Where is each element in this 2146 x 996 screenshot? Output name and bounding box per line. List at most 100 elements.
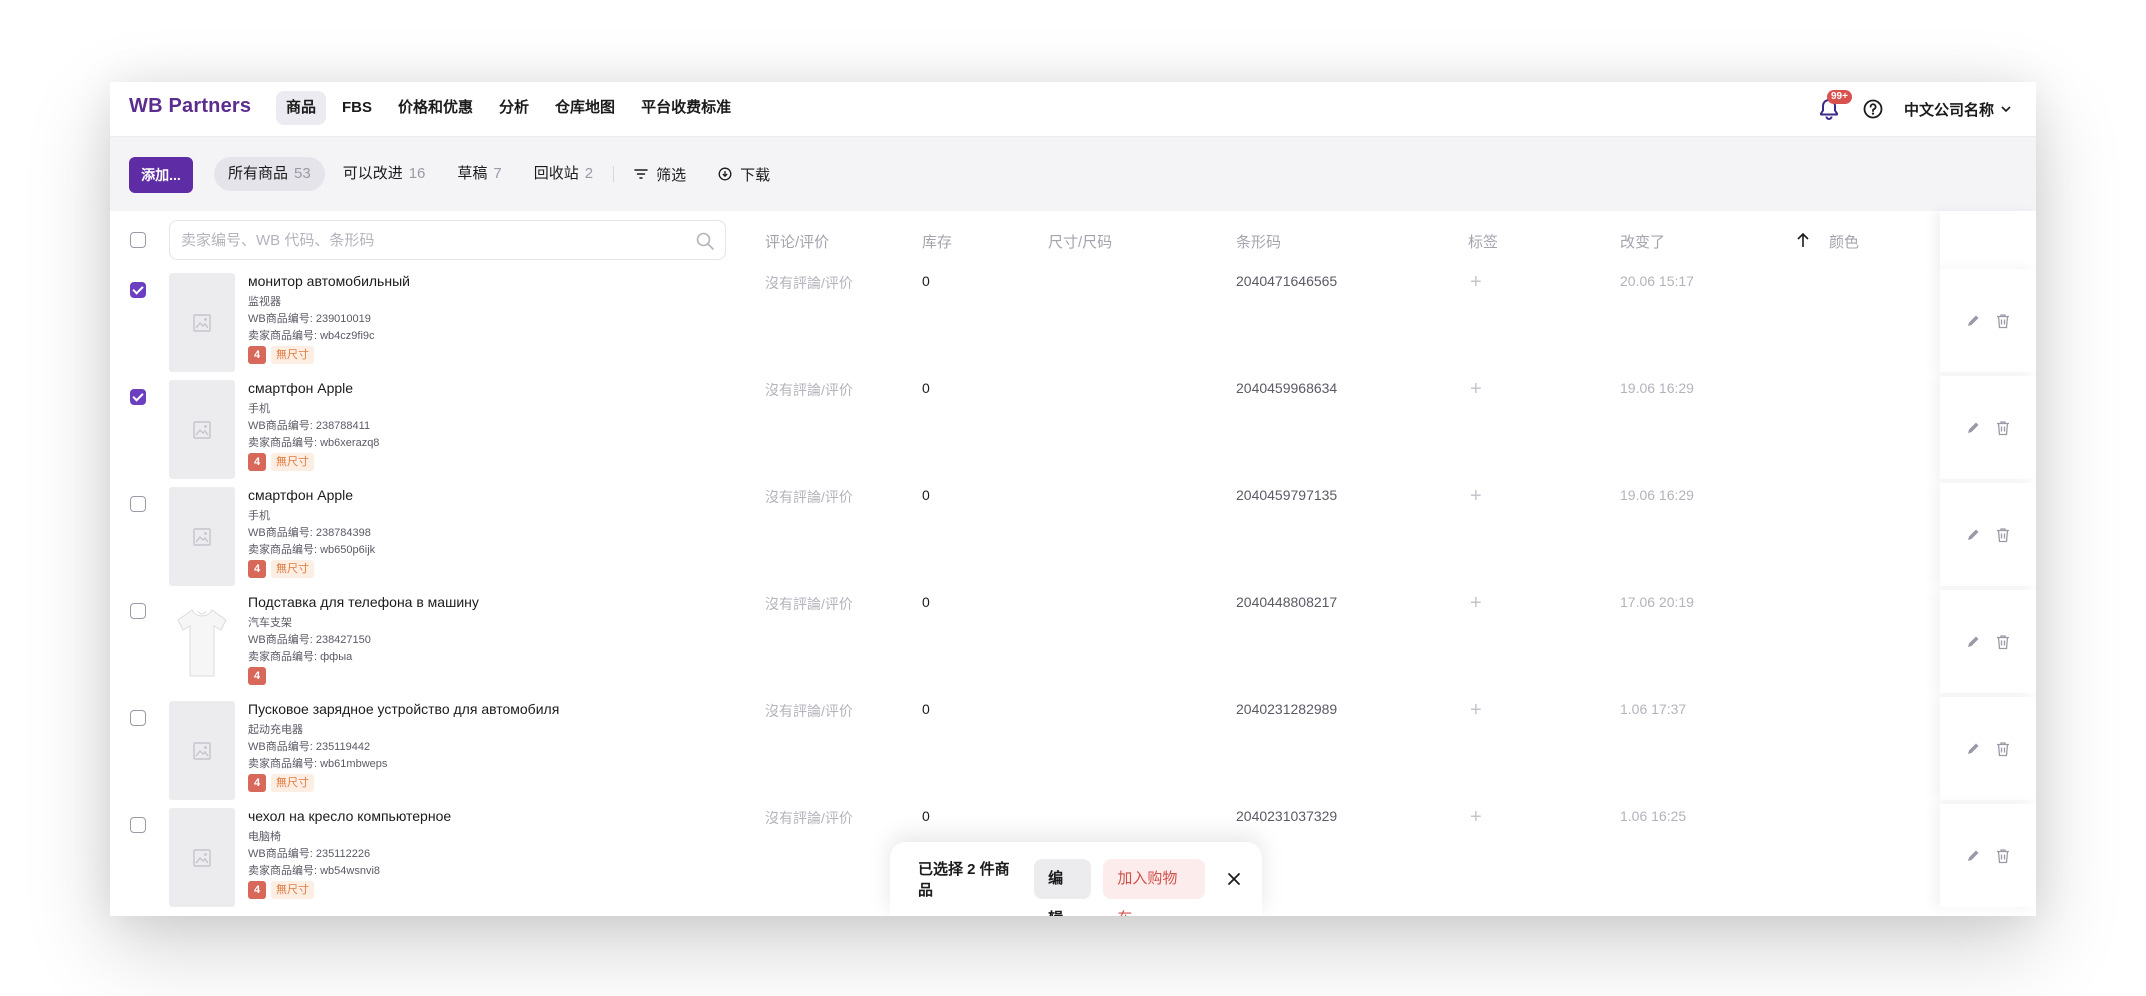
- tab-can-improve[interactable]: 可以改进 16: [329, 157, 440, 191]
- search-input[interactable]: [170, 221, 672, 259]
- edit-pencil-icon[interactable]: [1966, 635, 1980, 649]
- download-label: 下载: [740, 166, 771, 184]
- nav-item-analytics[interactable]: 分析: [489, 91, 539, 125]
- col-changed[interactable]: 改变了: [1620, 231, 1665, 252]
- rating-badge: 4: [248, 560, 266, 578]
- help-button[interactable]: [1860, 92, 1886, 126]
- product-name[interactable]: смартфон Apple: [248, 380, 353, 396]
- table-row[interactable]: Подставка для телефона в машину 汽车支架 WB商…: [110, 590, 2036, 697]
- table-row[interactable]: смартфон Apple 手机 WB商品编号: 238788411 卖家商品…: [110, 376, 2036, 483]
- product-thumbnail[interactable]: [169, 808, 235, 907]
- col-stock[interactable]: 库存: [922, 231, 952, 252]
- table-row[interactable]: Пусковое зарядное устройство для автомоб…: [110, 697, 2036, 804]
- wb-id: WB商品编号: 235119442: [248, 741, 371, 753]
- products-table: 评论/评价 库存 尺寸/尺码 条形码 标签 改变了 颜色 монитор авт…: [110, 211, 2036, 916]
- filter-button[interactable]: 筛选: [620, 157, 700, 191]
- edit-pencil-icon[interactable]: [1966, 742, 1980, 756]
- product-thumbnail[interactable]: [169, 487, 235, 586]
- tab-trash[interactable]: 回收站 2: [520, 157, 607, 191]
- product-name[interactable]: чехол на кресло компьютерное: [248, 808, 451, 824]
- add-to-cart-button[interactable]: 加入购物车: [1103, 859, 1205, 916]
- changed-cell: 17.06 20:19: [1620, 594, 1694, 610]
- row-actions: [1940, 269, 2036, 372]
- add-tag-icon[interactable]: +: [1470, 486, 1482, 506]
- reviews-cell: 沒有評論/评价: [765, 489, 853, 505]
- tab-all-products[interactable]: 所有商品 53: [214, 157, 325, 191]
- product-thumbnail[interactable]: [169, 380, 235, 479]
- changed-cell: 1.06 16:25: [1620, 808, 1687, 824]
- search-icon[interactable]: [695, 231, 715, 251]
- close-selection-button[interactable]: [1223, 867, 1246, 891]
- product-name[interactable]: смартфон Apple: [248, 487, 353, 503]
- changed-cell: 19.06 16:29: [1620, 380, 1694, 396]
- bulk-edit-button[interactable]: 编辑: [1034, 859, 1092, 916]
- company-selector[interactable]: 中文公司名称: [1904, 99, 2012, 120]
- row-checkbox[interactable]: [130, 496, 146, 512]
- add-button[interactable]: 添加...: [129, 157, 193, 193]
- product-thumbnail[interactable]: [169, 273, 235, 372]
- col-tags[interactable]: 标签: [1468, 231, 1498, 252]
- edit-pencil-icon[interactable]: [1966, 849, 1980, 863]
- product-name[interactable]: Подставка для телефона в машину: [248, 594, 479, 610]
- row-actions: [1940, 376, 2036, 479]
- trash-icon[interactable]: [1996, 634, 2010, 650]
- trash-icon[interactable]: [1996, 313, 2010, 329]
- row-checkbox[interactable]: [130, 817, 146, 833]
- product-photo[interactable]: [169, 594, 235, 693]
- add-tag-icon[interactable]: +: [1470, 272, 1482, 292]
- filter-icon: [634, 169, 648, 179]
- stock-cell: 0: [922, 808, 930, 824]
- product-name[interactable]: монитор автомобильный: [248, 273, 410, 289]
- no-size-badge: 無尺寸: [271, 346, 314, 364]
- reviews-cell: 沒有評論/评价: [765, 382, 853, 398]
- table-row[interactable]: монитор автомобильный 监视器 WB商品编号: 239010…: [110, 269, 2036, 376]
- nav-item-products[interactable]: 商品: [276, 91, 327, 125]
- add-tag-icon[interactable]: +: [1470, 593, 1482, 613]
- nav-item-warehouse-map[interactable]: 仓库地图: [545, 91, 625, 125]
- reviews-cell: 沒有評論/评价: [765, 596, 853, 612]
- stock-cell: 0: [922, 380, 930, 396]
- tab-count: 7: [493, 165, 502, 182]
- select-all-checkbox[interactable]: [130, 232, 146, 248]
- col-color[interactable]: 颜色: [1829, 231, 1859, 252]
- product-tags: 4 無尺寸: [248, 774, 314, 792]
- edit-pencil-icon[interactable]: [1966, 421, 1980, 435]
- changed-cell: 20.06 15:17: [1620, 273, 1694, 289]
- row-actions: [1940, 697, 2036, 800]
- nav-item-fbs[interactable]: FBS: [332, 91, 382, 125]
- image-placeholder-icon: [193, 741, 211, 760]
- add-tag-icon[interactable]: +: [1470, 700, 1482, 720]
- tab-drafts[interactable]: 草稿 7: [443, 157, 515, 191]
- product-thumbnail[interactable]: [169, 701, 235, 800]
- product-name[interactable]: Пусковое зарядное устройство для автомоб…: [248, 701, 559, 717]
- table-row[interactable]: смартфон Apple 手机 WB商品编号: 238784398 卖家商品…: [110, 483, 2036, 590]
- nav-item-fees[interactable]: 平台收费标准: [631, 91, 741, 125]
- barcode-cell: 2040231037329: [1236, 808, 1338, 824]
- tab-label: 可以改进: [342, 165, 403, 182]
- row-checkbox[interactable]: [130, 710, 146, 726]
- add-tag-icon[interactable]: +: [1470, 379, 1482, 399]
- nav-item-prices[interactable]: 价格和优惠: [388, 91, 483, 125]
- trash-icon[interactable]: [1996, 848, 2010, 864]
- trash-icon[interactable]: [1996, 527, 2010, 543]
- trash-icon[interactable]: [1996, 420, 2010, 436]
- changed-cell: 1.06 17:37: [1620, 701, 1687, 717]
- col-reviews[interactable]: 评论/评价: [765, 231, 829, 252]
- notifications-button[interactable]: 99+: [1816, 90, 1852, 126]
- product-tags: 4: [248, 667, 266, 685]
- download-button[interactable]: 下载: [704, 157, 784, 191]
- col-size[interactable]: 尺寸/尺码: [1048, 231, 1112, 252]
- sort-arrow-up-icon[interactable]: [1796, 231, 1810, 249]
- add-tag-icon[interactable]: +: [1470, 807, 1482, 827]
- trash-icon[interactable]: [1996, 741, 2010, 757]
- edit-pencil-icon[interactable]: [1966, 314, 1980, 328]
- col-barcode[interactable]: 条形码: [1236, 231, 1281, 252]
- row-checkbox[interactable]: [130, 282, 146, 298]
- brand-logo[interactable]: WB Partners: [129, 95, 251, 118]
- edit-pencil-icon[interactable]: [1966, 528, 1980, 542]
- row-checkbox[interactable]: [130, 389, 146, 405]
- wb-id: WB商品编号: 238788411: [248, 420, 371, 432]
- download-icon: [718, 167, 732, 181]
- stock-cell: 0: [922, 273, 930, 289]
- row-checkbox[interactable]: [130, 603, 146, 619]
